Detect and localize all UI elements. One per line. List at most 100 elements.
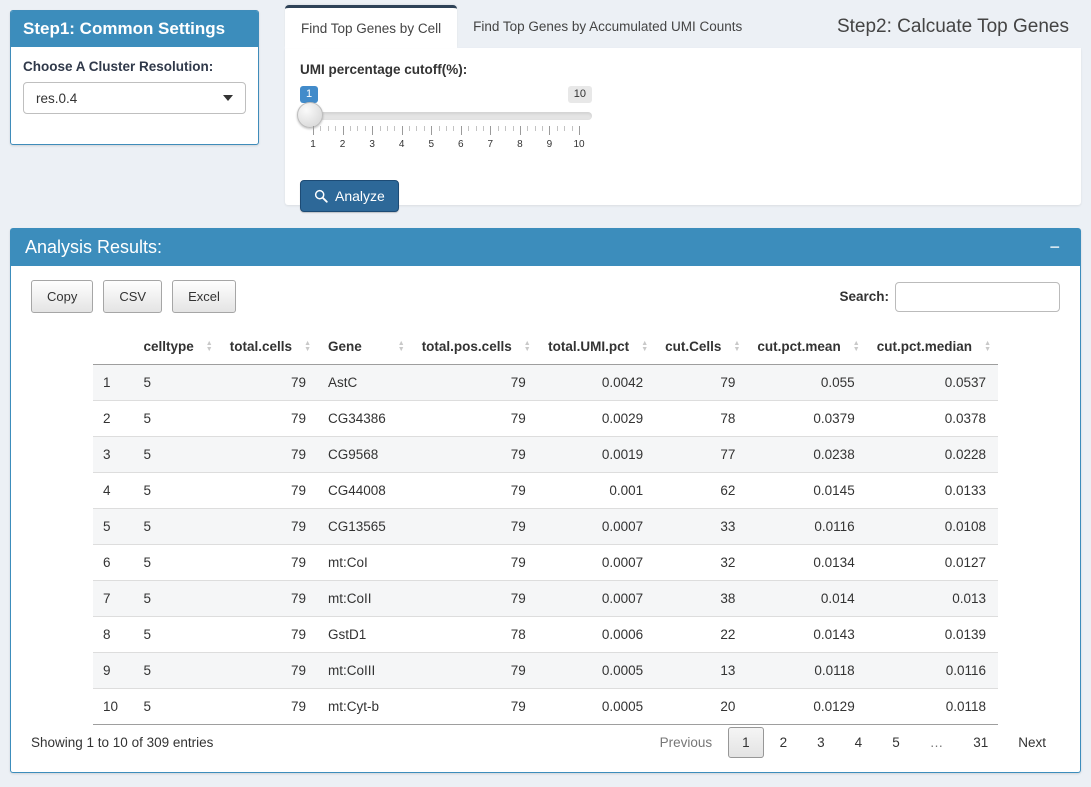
page-button-4[interactable]: 4 xyxy=(841,727,877,758)
results-body: CopyCSVExcel Search: celltype▲▼total.cel… xyxy=(10,266,1081,773)
excel-button[interactable]: Excel xyxy=(172,280,236,313)
table-row[interactable]: 3579CG9568790.0019770.02380.0228 xyxy=(93,437,998,473)
table-header: celltype▲▼total.cells▲▼Gene▲▼total.pos.c… xyxy=(93,329,998,365)
table-cell: 5 xyxy=(133,365,219,401)
table-cell: 0.013 xyxy=(867,581,998,617)
table-row[interactable]: 4579CG44008790.001620.01450.0133 xyxy=(93,473,998,509)
slider-tick-label: 9 xyxy=(547,139,553,150)
column-header-cut-pct-median[interactable]: cut.pct.median▲▼ xyxy=(867,329,998,365)
table-cell: 79 xyxy=(412,653,538,689)
table-cell: 79 xyxy=(220,401,318,437)
page-button-3[interactable]: 3 xyxy=(803,727,839,758)
row-number-cell: 1 xyxy=(93,365,133,401)
slider-tick xyxy=(343,126,344,135)
table-cell: 0.0379 xyxy=(747,401,866,437)
analysis-results-panel: Analysis Results: − CopyCSVExcel Search:… xyxy=(10,228,1081,773)
tab-find-top-genes-by-umi[interactable]: Find Top Genes by Accumulated UMI Counts xyxy=(457,5,758,48)
search-input[interactable] xyxy=(895,282,1060,312)
slider-tick-label: 2 xyxy=(340,139,346,150)
table-row[interactable]: 7579mt:CoII790.0007380.0140.013 xyxy=(93,581,998,617)
table-cell: AstC xyxy=(318,365,412,401)
column-header-total-cells[interactable]: total.cells▲▼ xyxy=(220,329,318,365)
slider-tick xyxy=(520,126,521,135)
column-header-total-umi-pct[interactable]: total.UMI.pct▲▼ xyxy=(538,329,655,365)
slider-tick xyxy=(535,126,536,131)
sort-icon: ▲▼ xyxy=(524,341,531,353)
column-header-gene[interactable]: Gene▲▼ xyxy=(318,329,412,365)
table-row[interactable]: 6579mt:CoI790.0007320.01340.0127 xyxy=(93,545,998,581)
table-cell: 79 xyxy=(412,473,538,509)
analyze-button[interactable]: Analyze xyxy=(300,180,399,212)
table-cell: 79 xyxy=(655,365,747,401)
tab-content: UMI percentage cutoff(%): 1 10 123456789… xyxy=(285,48,1081,205)
csv-button[interactable]: CSV xyxy=(103,280,162,313)
table-cell: 0.0007 xyxy=(538,509,655,545)
column-header-cut-cells[interactable]: cut.Cells▲▼ xyxy=(655,329,747,365)
table-cell: 0.0118 xyxy=(867,689,998,725)
tab-bar: Find Top Genes by Cell Find Top Genes by… xyxy=(285,5,1081,48)
slider-tick xyxy=(424,126,425,131)
table-row[interactable]: 2579CG34386790.0029780.03790.0378 xyxy=(93,401,998,437)
table-cell: CG34386 xyxy=(318,401,412,437)
table-cell: 20 xyxy=(655,689,747,725)
slider-tick xyxy=(357,126,358,131)
column-header-label: cut.pct.median xyxy=(877,339,972,354)
slider-tick xyxy=(394,126,395,131)
search-icon xyxy=(314,189,328,203)
page-button-1[interactable]: 1 xyxy=(728,727,764,758)
copy-button[interactable]: Copy xyxy=(31,280,93,313)
collapse-icon[interactable]: − xyxy=(1043,236,1066,258)
table-cell: 79 xyxy=(220,365,318,401)
tab-find-top-genes-by-cell[interactable]: Find Top Genes by Cell xyxy=(285,5,457,48)
page-button-2[interactable]: 2 xyxy=(766,727,802,758)
column-header-label: total.pos.cells xyxy=(422,339,512,354)
column-header-total-pos-cells[interactable]: total.pos.cells ▲▼ xyxy=(412,329,538,365)
slider-tick xyxy=(350,126,351,131)
table-cell: mt:CoI xyxy=(318,545,412,581)
slider-tick-label: 8 xyxy=(517,139,523,150)
slider-track[interactable] xyxy=(300,112,592,120)
row-number-cell: 10 xyxy=(93,689,133,725)
next-page-button[interactable]: Next xyxy=(1004,727,1060,758)
table-cell: 0.001 xyxy=(538,473,655,509)
table-cell: 79 xyxy=(412,509,538,545)
table-cell: 33 xyxy=(655,509,747,545)
table-cell: CG9568 xyxy=(318,437,412,473)
table-cell: 0.0238 xyxy=(747,437,866,473)
slider-max-badge: 10 xyxy=(568,86,592,103)
table-row[interactable]: 10579mt:Cyt-b790.0005200.01290.0118 xyxy=(93,689,998,725)
table-cell: 0.0116 xyxy=(867,653,998,689)
table-footer: Showing 1 to 10 of 309 entries Previous1… xyxy=(31,722,1060,762)
slider-tick xyxy=(335,126,336,131)
table-cell: 22 xyxy=(655,617,747,653)
row-number-cell: 3 xyxy=(93,437,133,473)
table-cell: 79 xyxy=(220,545,318,581)
table-row[interactable]: 5579CG13565790.0007330.01160.0108 xyxy=(93,509,998,545)
previous-page-button[interactable]: Previous xyxy=(646,727,727,758)
cluster-resolution-select[interactable]: res.0.4 xyxy=(23,82,246,114)
cluster-resolution-value: res.0.4 xyxy=(36,91,77,106)
column-header-celltype[interactable]: celltype▲▼ xyxy=(133,329,219,365)
slider-tick-label: 3 xyxy=(369,139,375,150)
slider-handle[interactable] xyxy=(297,102,323,128)
table-cell: 13 xyxy=(655,653,747,689)
table-cell: 5 xyxy=(133,617,219,653)
table-cell: 32 xyxy=(655,545,747,581)
table-cell: 0.0006 xyxy=(538,617,655,653)
umi-cutoff-slider[interactable]: 1 10 12345678910 xyxy=(300,86,592,158)
table-cell: 5 xyxy=(133,437,219,473)
table-cell: 79 xyxy=(412,401,538,437)
results-table: celltype▲▼total.cells▲▼Gene▲▼total.pos.c… xyxy=(93,329,998,725)
column-header-cut-pct-mean[interactable]: cut.pct.mean▲▼ xyxy=(747,329,866,365)
page-button-31[interactable]: 31 xyxy=(959,727,1002,758)
table-toolbar: CopyCSVExcel Search: xyxy=(31,280,1060,313)
table-row[interactable]: 8579GstD1780.0006220.01430.0139 xyxy=(93,617,998,653)
table-row[interactable]: 1579AstC790.0042790.0550.0537 xyxy=(93,365,998,401)
column-header-label: cut.pct.mean xyxy=(757,339,840,354)
table-cell: 5 xyxy=(133,509,219,545)
page-button-5[interactable]: 5 xyxy=(878,727,914,758)
table-cell: 78 xyxy=(655,401,747,437)
table-cell: 0.055 xyxy=(747,365,866,401)
table-cell: CG44008 xyxy=(318,473,412,509)
table-row[interactable]: 9579mt:CoIII790.0005130.01180.0116 xyxy=(93,653,998,689)
